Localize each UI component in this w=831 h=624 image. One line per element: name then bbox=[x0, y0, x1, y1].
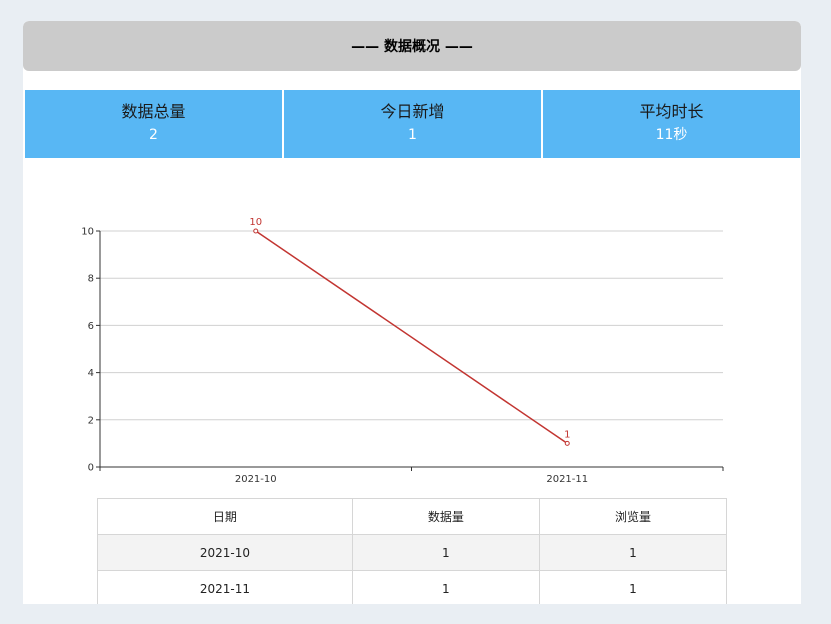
y-tick-label: 10 bbox=[81, 227, 94, 238]
stat-avg-duration: 平均时长 11秒 bbox=[541, 90, 800, 158]
stat-label: 今日新增 bbox=[380, 102, 445, 121]
section-header: —— 数据概况 —— bbox=[23, 21, 801, 71]
cell-date: 2021-10 bbox=[97, 534, 353, 571]
cell-data-count: 1 bbox=[351, 534, 540, 571]
y-tick-label: 8 bbox=[88, 274, 94, 285]
y-tick-label: 6 bbox=[88, 321, 94, 332]
x-tick-label: 2021-10 bbox=[235, 474, 277, 485]
cell-views: 1 bbox=[538, 570, 728, 604]
data-table: 日期 数据量 浏览量 2021-10 1 1 2021-11 1 1 bbox=[97, 498, 728, 604]
stat-value: 1 bbox=[408, 127, 417, 143]
y-tick-label: 4 bbox=[88, 368, 94, 379]
cell-data-count: 1 bbox=[351, 570, 540, 604]
column-header-data-count: 数据量 bbox=[351, 498, 540, 535]
data-label: 1 bbox=[564, 429, 570, 440]
series-line bbox=[255, 230, 568, 445]
stat-value: 11秒 bbox=[655, 127, 688, 143]
data-point bbox=[564, 440, 570, 446]
cell-views: 1 bbox=[538, 534, 728, 571]
section-title: —— 数据概况 —— bbox=[351, 39, 473, 55]
stat-today-new: 今日新增 1 bbox=[282, 90, 541, 158]
stat-total: 数据总量 2 bbox=[25, 90, 282, 158]
stat-label: 平均时长 bbox=[639, 102, 704, 121]
stat-label: 数据总量 bbox=[121, 102, 186, 121]
x-tick-label: 2021-11 bbox=[546, 474, 588, 485]
y-tick-label: 0 bbox=[88, 463, 94, 474]
stats-bar: 数据总量 2 今日新增 1 平均时长 11秒 bbox=[25, 90, 800, 158]
table-header-row: 日期 数据量 浏览量 bbox=[97, 498, 728, 535]
y-tick-label: 2 bbox=[88, 415, 94, 426]
data-point bbox=[253, 228, 259, 234]
line-chart: 0 2 4 6 8 10 2021-10 2021-11 10 1 bbox=[81, 217, 724, 485]
cell-date: 2021-11 bbox=[97, 570, 353, 604]
stat-value: 2 bbox=[149, 127, 158, 143]
data-label: 10 bbox=[249, 217, 262, 228]
overview-panel: —— 数据概况 —— 数据总量 2 今日新增 1 平均时长 11秒 0 2 4 6 8 1… bbox=[23, 21, 801, 604]
table-row: 2021-11 1 1 bbox=[97, 570, 728, 604]
table-row: 2021-10 1 1 bbox=[97, 534, 728, 571]
column-header-views: 浏览量 bbox=[538, 498, 728, 535]
column-header-date: 日期 bbox=[97, 498, 353, 535]
